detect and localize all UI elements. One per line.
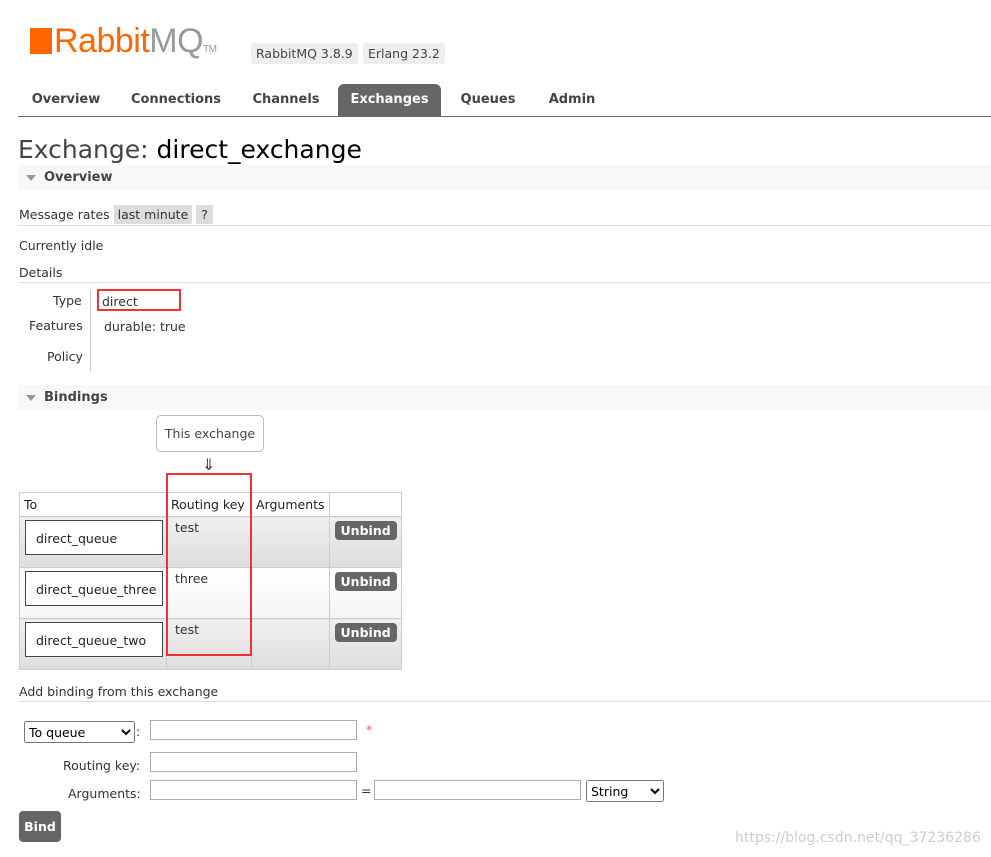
col-routing-key: Routing key — [166, 492, 252, 517]
collapse-triangle-icon — [26, 394, 36, 401]
divider — [18, 282, 991, 283]
durable-value: true — [159, 319, 186, 334]
section-title: Overview — [44, 170, 113, 185]
col-to: To — [19, 492, 167, 517]
tab-channels[interactable]: Channels — [238, 84, 334, 116]
destination-input[interactable] — [150, 720, 357, 740]
features-label: Features — [29, 318, 83, 333]
col-arguments: Arguments — [251, 492, 330, 517]
tab-queues[interactable]: Queues — [445, 84, 531, 116]
argument-key-input[interactable] — [150, 780, 357, 800]
add-binding-heading: Add binding from this exchange — [19, 684, 219, 699]
collapse-triangle-icon — [26, 174, 36, 181]
arguments — [251, 567, 330, 619]
divider — [90, 290, 91, 372]
logo-text: Rabbit — [54, 22, 150, 60]
status-text: Currently idle — [19, 238, 104, 253]
table-header: To Routing key Arguments — [19, 492, 402, 517]
type-label: Type — [53, 293, 82, 308]
arguments-label: Arguments: — [68, 786, 141, 801]
overview-section-header[interactable]: Overview — [18, 165, 991, 190]
unbind-button[interactable]: Unbind — [334, 521, 397, 540]
section-title: Bindings — [44, 390, 108, 405]
table-row: direct_queue_three three Unbind — [19, 567, 402, 619]
argument-value-input[interactable] — [374, 780, 581, 800]
routing-key-label: Routing key: — [63, 758, 141, 773]
type-value: direct — [97, 289, 181, 311]
arguments — [251, 618, 330, 670]
tab-exchanges[interactable]: Exchanges — [338, 84, 441, 116]
logo-tm: TM — [203, 44, 217, 55]
equals-sign: = — [361, 783, 372, 798]
divider — [18, 701, 991, 702]
argument-type-select[interactable]: String — [586, 780, 664, 802]
bind-button[interactable]: Bind — [19, 811, 61, 842]
unbind-button[interactable]: Unbind — [334, 572, 397, 591]
rates-selector[interactable]: last minute — [113, 205, 193, 224]
tab-overview[interactable]: Overview — [18, 84, 114, 116]
arguments — [251, 516, 330, 568]
divider — [18, 225, 991, 226]
logo-text-mq: MQ — [149, 22, 204, 60]
queue-link[interactable]: direct_queue_two — [25, 622, 163, 657]
required-marker: * — [366, 722, 373, 737]
bindings-section-header[interactable]: Bindings — [18, 385, 991, 410]
message-rates: Message rates last minute ? — [19, 205, 213, 224]
durable-feature: durable: true — [104, 319, 186, 334]
table-row: direct_queue_two test Unbind — [19, 618, 402, 670]
down-arrow-icon: ⇓ — [202, 455, 216, 474]
queue-link[interactable]: direct_queue_three — [25, 571, 163, 606]
rates-label: Message rates — [19, 207, 110, 222]
routing-key: three — [166, 567, 252, 619]
routing-key-input[interactable] — [150, 752, 357, 772]
erlang-badge: Erlang 23.2 — [363, 43, 445, 64]
version-badge: RabbitMQ 3.8.9 — [251, 43, 358, 64]
unbind-button[interactable]: Unbind — [334, 623, 397, 642]
colon: : — [136, 724, 141, 739]
queue-link[interactable]: direct_queue — [25, 520, 163, 555]
main-nav: Overview Connections Channels Exchanges … — [18, 84, 991, 117]
table-row: direct_queue test Unbind — [19, 516, 402, 568]
this-exchange-box: This exchange — [156, 415, 264, 452]
details-heading: Details — [19, 265, 63, 280]
tab-admin[interactable]: Admin — [535, 84, 609, 116]
bindings-table: To Routing key Arguments direct_queue test U… — [19, 492, 402, 670]
title-prefix: Exchange: — [18, 135, 149, 164]
destination-type-select[interactable]: To queue — [24, 721, 135, 743]
watermark: https://blog.csdn.net/qq_37236286 — [735, 830, 981, 846]
routing-key: test — [166, 618, 252, 670]
policy-label: Policy — [47, 349, 83, 364]
tab-connections[interactable]: Connections — [118, 84, 234, 116]
durable-label: durable: — [104, 319, 156, 334]
rabbit-icon — [30, 28, 52, 54]
help-button[interactable]: ? — [196, 205, 213, 224]
col-actions — [328, 492, 402, 517]
page-title: Exchange: direct_exchange — [18, 135, 362, 164]
exchange-name: direct_exchange — [156, 135, 362, 164]
rabbitmq-logo: RabbitMQTM — [30, 22, 217, 61]
routing-key: test — [166, 516, 252, 568]
